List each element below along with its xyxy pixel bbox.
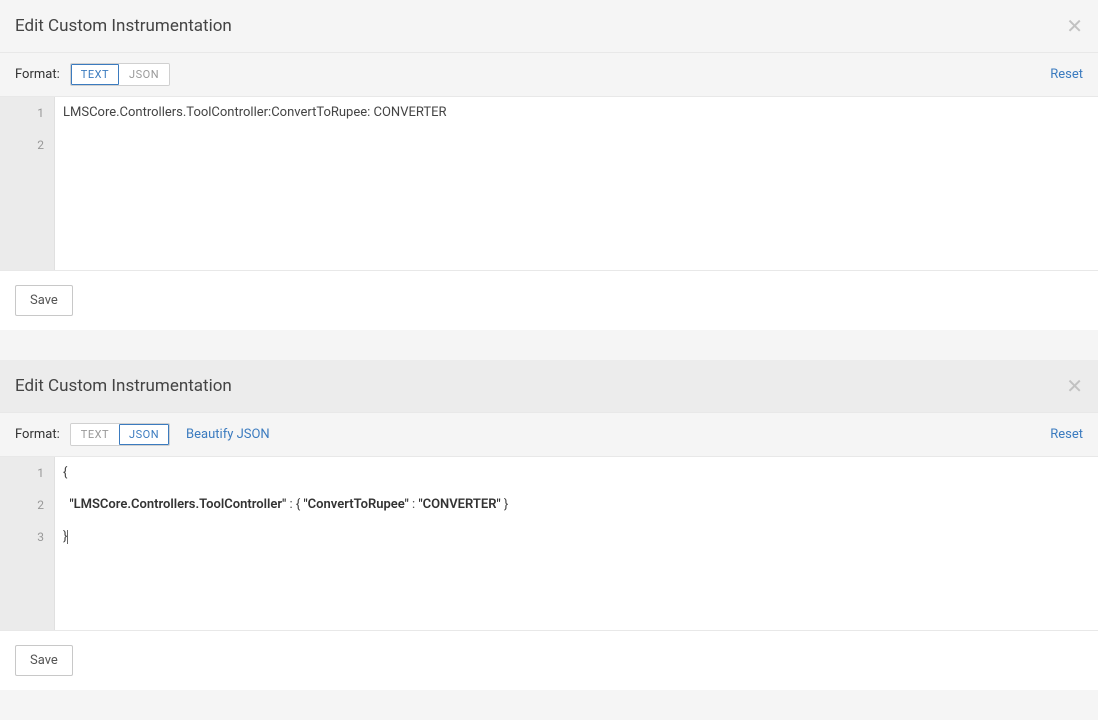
- json-close: }: [501, 497, 509, 512]
- format-toggle: TEXT JSON: [70, 63, 170, 86]
- close-icon[interactable]: ✕: [1066, 16, 1083, 36]
- code-area[interactable]: { "LMSCore.Controllers.ToolController" :…: [55, 457, 1098, 630]
- save-button[interactable]: Save: [15, 285, 73, 316]
- code-area[interactable]: LMSCore.Controllers.ToolController:Conve…: [55, 97, 1098, 270]
- json-key: "LMSCore.Controllers.ToolController": [69, 497, 286, 512]
- code-line: "LMSCore.Controllers.ToolController" : {…: [55, 489, 1098, 521]
- line-number: 2: [0, 129, 54, 161]
- json-key: "ConvertToRupee": [304, 497, 409, 512]
- code-editor[interactable]: 1 2 3 { "LMSCore.Controllers.ToolControl…: [0, 457, 1098, 631]
- line-number: 1: [0, 457, 54, 489]
- toolbar-left: Format: TEXT JSON Beautify JSON: [15, 423, 270, 446]
- reset-link[interactable]: Reset: [1050, 67, 1083, 82]
- json-sep: : {: [286, 497, 303, 512]
- close-icon[interactable]: ✕: [1066, 376, 1083, 396]
- format-label: Format:: [15, 427, 60, 442]
- reset-link[interactable]: Reset: [1050, 427, 1083, 442]
- format-label: Format:: [15, 67, 60, 82]
- json-sep: :: [409, 497, 419, 512]
- editor-gutter: 1 2 3: [0, 457, 55, 630]
- code-line: [55, 129, 1098, 145]
- save-button[interactable]: Save: [15, 645, 73, 676]
- save-row: Save: [0, 271, 1098, 330]
- toggle-text-button[interactable]: TEXT: [71, 64, 119, 85]
- panel-title: Edit Custom Instrumentation: [15, 376, 232, 396]
- beautify-json-link[interactable]: Beautify JSON: [186, 427, 270, 442]
- toggle-json-button[interactable]: JSON: [119, 64, 169, 85]
- line-number: 2: [0, 489, 54, 521]
- panel-header: Edit Custom Instrumentation ✕: [0, 0, 1098, 53]
- toolbar-left: Format: TEXT JSON: [15, 63, 170, 86]
- panel-header: Edit Custom Instrumentation ✕: [0, 360, 1098, 413]
- toolbar: Format: TEXT JSON Reset: [0, 53, 1098, 97]
- editor-gutter: 1 2: [0, 97, 55, 270]
- toggle-json-button[interactable]: JSON: [119, 424, 169, 445]
- line-number: 1: [0, 97, 54, 129]
- json-value: "CONVERTER": [418, 497, 500, 512]
- code-line: }: [55, 521, 1098, 553]
- line-number: 3: [0, 521, 54, 553]
- toggle-text-button[interactable]: TEXT: [71, 424, 119, 445]
- save-row: Save: [0, 631, 1098, 690]
- code-editor[interactable]: 1 2 LMSCore.Controllers.ToolController:C…: [0, 97, 1098, 271]
- code-line: {: [55, 457, 1098, 489]
- panel-text-mode: Edit Custom Instrumentation ✕ Format: TE…: [0, 0, 1098, 330]
- panel-title: Edit Custom Instrumentation: [15, 16, 232, 36]
- panel-json-mode: Edit Custom Instrumentation ✕ Format: TE…: [0, 360, 1098, 690]
- format-toggle: TEXT JSON: [70, 423, 170, 446]
- toolbar: Format: TEXT JSON Beautify JSON Reset: [0, 413, 1098, 457]
- code-line: LMSCore.Controllers.ToolController:Conve…: [55, 97, 1098, 129]
- json-close-outer: }: [63, 529, 67, 544]
